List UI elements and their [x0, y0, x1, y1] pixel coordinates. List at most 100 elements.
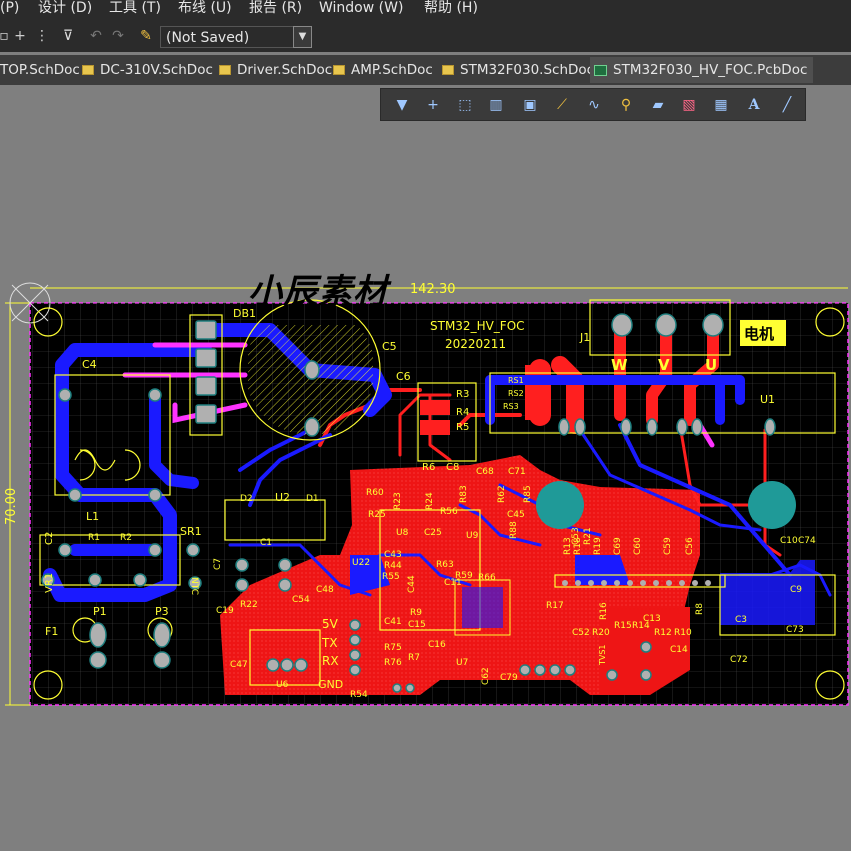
tab-stm32f030-pcbdoc[interactable]: STM32F030_HV_FOC.PcbDoc: [590, 57, 814, 83]
wand-icon[interactable]: ✎: [136, 26, 156, 46]
toolbar: ▫ + ⋮ ⊽ ↶ ↷ ✎: [0, 20, 851, 52]
svg-text:R56: R56: [440, 507, 458, 517]
redo-icon[interactable]: ↷: [108, 26, 128, 46]
route-icon[interactable]: ⟋: [551, 94, 573, 116]
menu-item-tools[interactable]: 工具 (T): [109, 0, 161, 17]
svg-text:U1: U1: [760, 393, 775, 406]
cross-cursor-icon[interactable]: +: [10, 26, 30, 46]
svg-text:C8: C8: [446, 462, 459, 473]
tab-driver-schdoc[interactable]: Driver.SchDoc: [219, 57, 332, 83]
document-tabs: TOP.SchDoc DC-310V.SchDoc Driver.SchDoc …: [0, 55, 851, 85]
svg-text:C71: C71: [508, 467, 526, 477]
svg-text:C9: C9: [790, 585, 802, 595]
menu-item-route[interactable]: 布线 (U): [178, 0, 232, 17]
tab-label: TOP.SchDoc: [0, 62, 80, 78]
svg-text:P3: P3: [155, 605, 169, 618]
svg-text:RS2: RS2: [508, 389, 524, 398]
component-icon[interactable]: ▣: [519, 94, 541, 116]
svg-text:L1: L1: [86, 510, 99, 523]
svg-text:C1: C1: [260, 538, 272, 548]
tab-top-schdoc[interactable]: TOP.SchDoc: [0, 57, 80, 83]
svg-text:C68: C68: [476, 467, 494, 477]
dimension-icon[interactable]: ▦: [710, 94, 732, 116]
filter-icon[interactable]: ▼: [391, 94, 413, 116]
svg-text:R24: R24: [425, 492, 435, 510]
schematic-doc-icon: [333, 65, 345, 75]
svg-text:R63: R63: [436, 560, 454, 570]
tab-label: STM32F030.SchDoc: [460, 62, 595, 78]
svg-text:C7: C7: [213, 558, 223, 570]
menu-item-window[interactable]: Window (W): [319, 0, 403, 17]
menu-bar: (P) 设计 (D) 工具 (T) 布线 (U) 报告 (R) Window (…: [0, 0, 851, 20]
select-area-icon[interactable]: ⬚: [454, 94, 476, 116]
svg-text:C72: C72: [730, 655, 748, 665]
polygon-icon[interactable]: ▰: [647, 94, 669, 116]
svg-text:TVS1: TVS1: [598, 644, 607, 666]
svg-text:C10: C10: [780, 536, 798, 546]
menu-item-p[interactable]: (P): [0, 0, 19, 17]
svg-text:R44: R44: [384, 561, 402, 571]
svg-text:R3: R3: [456, 389, 469, 400]
tab-label: AMP.SchDoc: [351, 62, 433, 78]
svg-text:C44: C44: [407, 575, 417, 593]
schematic-doc-icon: [219, 65, 231, 75]
menu-item-help[interactable]: 帮助 (H): [424, 0, 478, 17]
svg-text:C25: C25: [424, 528, 442, 538]
diff-pair-icon[interactable]: ∿: [583, 94, 605, 116]
svg-text:C19: C19: [216, 606, 234, 616]
svg-text:R66: R66: [478, 573, 496, 583]
menu-item-design[interactable]: 设计 (D): [38, 0, 92, 17]
svg-text:R20: R20: [592, 628, 610, 638]
svg-text:R17: R17: [546, 601, 564, 611]
svg-text:U7: U7: [456, 658, 468, 668]
svg-text:C47: C47: [230, 660, 248, 670]
align-icon[interactable]: ▥: [485, 94, 507, 116]
svg-text:VR1: VR1: [44, 573, 55, 593]
svg-text:C13: C13: [643, 614, 661, 624]
svg-text:U6: U6: [276, 680, 289, 690]
menu-item-reports[interactable]: 报告 (R): [249, 0, 302, 17]
schematic-doc-icon: [82, 65, 94, 75]
tab-stm32f030-schdoc[interactable]: STM32F030.SchDoc: [442, 57, 594, 83]
svg-text:C73: C73: [786, 625, 804, 635]
keepout-icon[interactable]: ▧: [678, 94, 700, 116]
via-icon[interactable]: ⚲: [615, 94, 637, 116]
svg-text:C79: C79: [500, 673, 518, 683]
string-icon[interactable]: A: [743, 94, 765, 116]
tab-amp-schdoc[interactable]: AMP.SchDoc: [333, 57, 433, 83]
svg-text:C3: C3: [735, 615, 747, 625]
svg-text:C5: C5: [382, 340, 397, 353]
dim-width: 142.30: [410, 282, 456, 297]
svg-text:C60: C60: [633, 537, 643, 555]
svg-text:P1: P1: [93, 605, 107, 618]
svg-text:RS3: RS3: [503, 402, 519, 411]
move-selection-icon[interactable]: ⋮: [32, 26, 52, 46]
svg-text:U2: U2: [275, 491, 290, 504]
tab-label: DC-310V.SchDoc: [100, 62, 213, 78]
serial-gnd: GND: [318, 678, 343, 691]
svg-text:R9: R9: [410, 608, 422, 618]
line-icon[interactable]: ╱: [776, 94, 798, 116]
pcb-canvas[interactable]: 142.30 70.00 STM32_HV_FOC 20220211 W V U…: [0, 255, 851, 715]
svg-text:R4: R4: [456, 407, 469, 418]
schematic-doc-icon: [442, 65, 454, 75]
chevron-down-icon[interactable]: ▼: [293, 26, 312, 48]
svg-text:R6: R6: [422, 462, 435, 473]
svg-text:R15: R15: [614, 621, 632, 631]
svg-text:R62: R62: [497, 485, 507, 503]
svg-text:C14: C14: [670, 645, 688, 655]
svg-text:J1: J1: [579, 331, 590, 344]
filter-clear-icon[interactable]: ⊽: [58, 26, 78, 46]
silk-date: 20220211: [445, 337, 506, 351]
variant-combo[interactable]: (Not Saved): [160, 26, 310, 48]
tab-dc310v-schdoc[interactable]: DC-310V.SchDoc: [82, 57, 213, 83]
svg-text:C59: C59: [663, 537, 673, 555]
svg-text:C4: C4: [82, 358, 97, 371]
svg-text:D1: D1: [306, 494, 319, 504]
svg-text:R12: R12: [654, 628, 672, 638]
undo-icon[interactable]: ↶: [86, 26, 106, 46]
cross-icon[interactable]: +: [422, 94, 444, 116]
svg-text:C54: C54: [292, 595, 310, 605]
svg-text:C16: C16: [428, 640, 446, 650]
svg-text:NTC: NTC: [189, 577, 199, 595]
